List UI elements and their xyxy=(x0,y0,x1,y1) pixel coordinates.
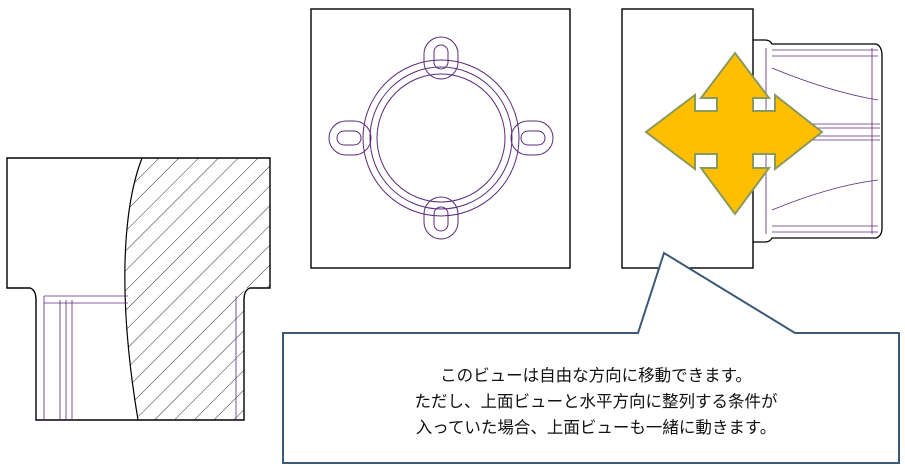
callout-text: このビューは自由な方向に移動できます。 ただし、上面ビューと水平方向に整列する条… xyxy=(290,342,902,462)
callout-line-1: このビューは自由な方向に移動できます。 xyxy=(440,366,752,385)
top-view-frame xyxy=(310,8,571,269)
section-view[interactable] xyxy=(6,157,271,421)
top-view[interactable] xyxy=(310,8,571,269)
callout-line-2: ただし、上面ビューと水平方向に整列する条件が xyxy=(414,392,778,411)
callout-line-3: 入っていた場合、上面ビューも一緒に動きます。 xyxy=(415,418,777,437)
